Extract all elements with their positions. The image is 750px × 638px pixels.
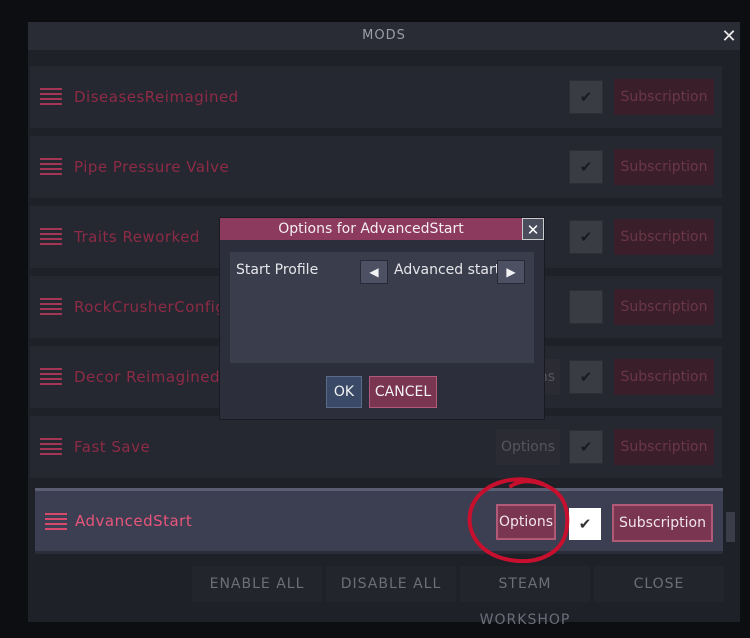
drag-handle-icon[interactable] bbox=[40, 228, 62, 246]
cancel-button[interactable]: CANCEL bbox=[369, 376, 437, 408]
drag-handle-icon[interactable] bbox=[40, 298, 62, 316]
active-subscription-button[interactable]: Subscription bbox=[612, 504, 713, 542]
dialog-settings-panel: Start Profile ◀ Advanced start ▶ bbox=[230, 252, 534, 363]
active-mod-row[interactable]: AdvancedStart Options ✔ Subscription bbox=[35, 488, 723, 554]
mod-name: RockCrusherConfig bbox=[74, 298, 226, 316]
start-profile-label: Start Profile bbox=[236, 262, 319, 278]
mod-name: Traits Reworked bbox=[74, 228, 200, 246]
options-dialog: Options for AdvancedStart ✕ Start Profil… bbox=[220, 218, 544, 419]
subscription-button[interactable]: Subscription bbox=[614, 219, 714, 255]
mod-enabled-checkbox[interactable] bbox=[569, 290, 603, 324]
mod-row[interactable]: Pipe Pressure Valve ✔ Subscription bbox=[30, 136, 722, 198]
dialog-title: Options for AdvancedStart bbox=[220, 218, 522, 240]
options-button[interactable]: Options bbox=[496, 429, 560, 465]
mod-enabled-checkbox[interactable]: ✔ bbox=[569, 220, 603, 254]
mod-row[interactable]: DiseasesReimagined ✔ Subscription bbox=[30, 66, 722, 128]
subscription-button[interactable]: Subscription bbox=[614, 359, 714, 395]
dialog-close-icon[interactable]: ✕ bbox=[522, 218, 544, 240]
drag-handle-icon[interactable] bbox=[40, 88, 62, 106]
subscription-button[interactable]: Subscription bbox=[614, 79, 714, 115]
drag-handle-icon[interactable] bbox=[40, 438, 62, 456]
left-arrow-icon[interactable]: ◀ bbox=[360, 260, 388, 284]
mod-enabled-checkbox[interactable]: ✔ bbox=[569, 150, 603, 184]
active-options-button[interactable]: Options bbox=[496, 504, 556, 540]
mod-row[interactable]: Fast Save Options ✔ Subscription bbox=[30, 416, 722, 478]
mods-close-icon[interactable]: ✕ bbox=[718, 26, 740, 48]
mod-name: DiseasesReimagined bbox=[74, 88, 239, 106]
drag-handle-icon[interactable] bbox=[40, 368, 62, 386]
mods-title: MODS bbox=[28, 22, 740, 50]
drag-handle-icon[interactable] bbox=[40, 158, 62, 176]
mod-name: Decor Reimagined bbox=[74, 368, 221, 386]
subscription-button[interactable]: Subscription bbox=[614, 149, 714, 185]
subscription-button[interactable]: Subscription bbox=[614, 289, 714, 325]
close-button[interactable]: CLOSE bbox=[594, 566, 724, 602]
enable-all-button[interactable]: ENABLE ALL bbox=[192, 566, 322, 602]
mod-enabled-checkbox[interactable]: ✔ bbox=[569, 360, 603, 394]
scrollbar-thumb[interactable] bbox=[726, 512, 735, 542]
mod-name: Pipe Pressure Valve bbox=[74, 158, 230, 176]
subscription-button[interactable]: Subscription bbox=[614, 429, 714, 465]
active-mod-name: AdvancedStart bbox=[75, 512, 193, 530]
ok-button[interactable]: OK bbox=[326, 376, 362, 408]
mod-name: Fast Save bbox=[74, 438, 151, 456]
right-arrow-icon[interactable]: ▶ bbox=[497, 260, 525, 284]
start-profile-value: Advanced start bbox=[394, 262, 501, 278]
active-enabled-checkbox[interactable]: ✔ bbox=[569, 508, 601, 540]
mod-enabled-checkbox[interactable]: ✔ bbox=[569, 80, 603, 114]
steam-workshop-button[interactable]: STEAM WORKSHOP bbox=[460, 566, 590, 628]
drag-handle-icon[interactable] bbox=[45, 513, 67, 531]
disable-all-button[interactable]: DISABLE ALL bbox=[326, 566, 456, 602]
mod-enabled-checkbox[interactable]: ✔ bbox=[569, 430, 603, 464]
